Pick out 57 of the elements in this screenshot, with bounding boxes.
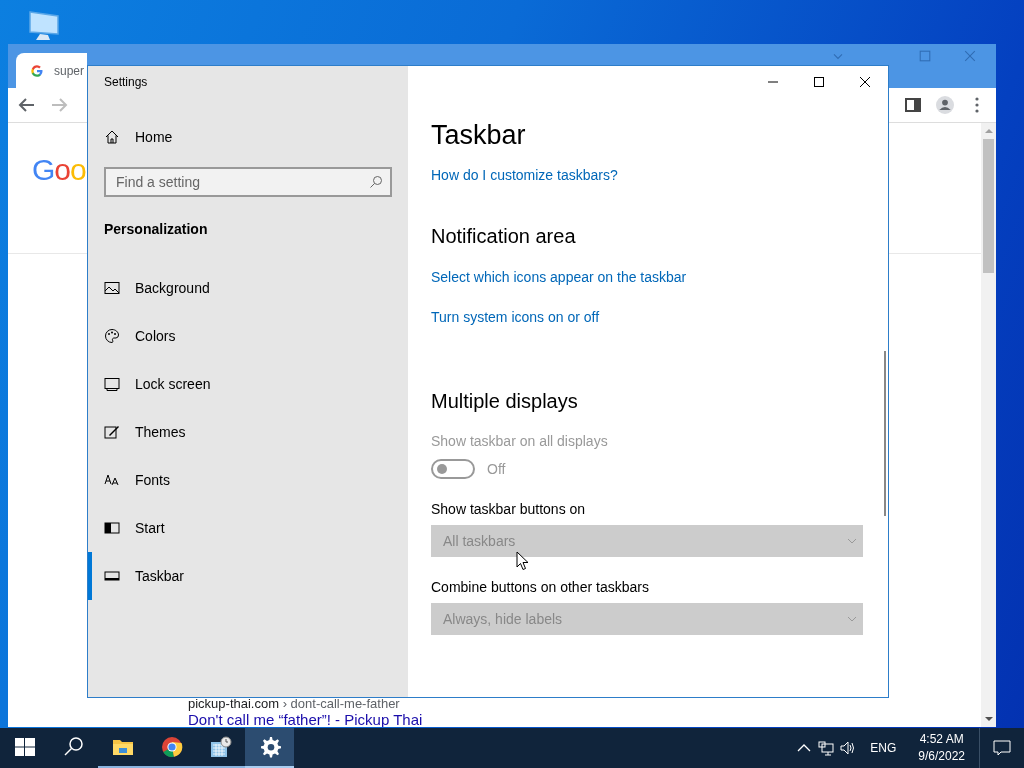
- clock-date[interactable]: 9/6/2022: [918, 748, 965, 765]
- back-arrow-icon[interactable]: [18, 96, 36, 114]
- setting-label: Show taskbar on all displays: [431, 433, 608, 449]
- tab-title: super: [54, 63, 85, 78]
- language-indicator[interactable]: ENG: [862, 741, 905, 755]
- section-heading: Notification area: [431, 225, 576, 248]
- setting-label: Show taskbar buttons on: [431, 501, 587, 517]
- help-link[interactable]: How do I customize taskbars?: [431, 167, 618, 183]
- window-title: Settings: [103, 74, 149, 91]
- start-menu-icon: [104, 520, 120, 536]
- browser-tab[interactable]: super: [16, 53, 87, 88]
- scrollbar[interactable]: [981, 123, 996, 727]
- google-logo[interactable]: Goo: [32, 153, 86, 186]
- windows-logo-icon: [12, 735, 37, 759]
- nav-item[interactable]: Taskbar: [88, 552, 408, 600]
- search-icon[interactable]: [368, 174, 384, 190]
- font-icon: [104, 472, 120, 488]
- toggle-state: Off: [487, 461, 506, 477]
- maximize-icon[interactable]: [813, 76, 825, 88]
- network-icon[interactable]: [818, 740, 835, 756]
- profile-icon[interactable]: [936, 96, 954, 114]
- nav-item[interactable]: Lock screen: [88, 360, 408, 408]
- section-heading: Multiple displays: [431, 390, 578, 413]
- chevron-down-icon: [847, 614, 857, 624]
- taskbar-button[interactable]: [245, 728, 294, 768]
- nav-item[interactable]: Background: [88, 264, 408, 312]
- result-url[interactable]: pickup-thai.com › dont-call-me-father: [188, 696, 400, 711]
- home-icon: [104, 129, 120, 145]
- setting-label: Combine buttons on other taskbars: [431, 579, 650, 595]
- search-field[interactable]: Find a setting: [104, 167, 392, 197]
- calendar-clock-icon: [208, 735, 233, 759]
- cursor-icon: [516, 551, 529, 571]
- volume-icon[interactable]: [840, 740, 857, 756]
- nav-item[interactable]: Themes: [88, 408, 408, 456]
- picture-icon: [104, 280, 120, 296]
- chevron-down-icon: [847, 536, 857, 546]
- scrollbar-thumb[interactable]: [983, 139, 994, 273]
- clock-time[interactable]: 4:52 AM: [919, 731, 964, 748]
- palette-icon: [104, 328, 120, 344]
- brush-icon: [104, 424, 120, 440]
- close-icon[interactable]: [859, 76, 871, 88]
- settings-link[interactable]: Select which icons appear on the taskbar: [431, 269, 687, 285]
- settings-link[interactable]: Turn system icons on or off: [431, 309, 600, 325]
- taskbar-icon: [104, 568, 120, 584]
- home-item[interactable]: Home: [88, 112, 408, 162]
- google-icon: [30, 63, 44, 78]
- nav-item[interactable]: Start: [88, 504, 408, 552]
- page-title: Taskbar: [431, 120, 526, 151]
- scrollbar[interactable]: [884, 351, 886, 516]
- scroll-down-icon[interactable]: [983, 714, 994, 724]
- section-heading: Personalization: [103, 220, 209, 239]
- notification-icon[interactable]: [993, 739, 1011, 757]
- side-panel-icon[interactable]: [904, 96, 922, 114]
- nav-item[interactable]: Colors: [88, 312, 408, 360]
- chrome-icon: [159, 735, 184, 759]
- nav-item[interactable]: Fonts: [88, 456, 408, 504]
- monitor-icon: [104, 376, 120, 392]
